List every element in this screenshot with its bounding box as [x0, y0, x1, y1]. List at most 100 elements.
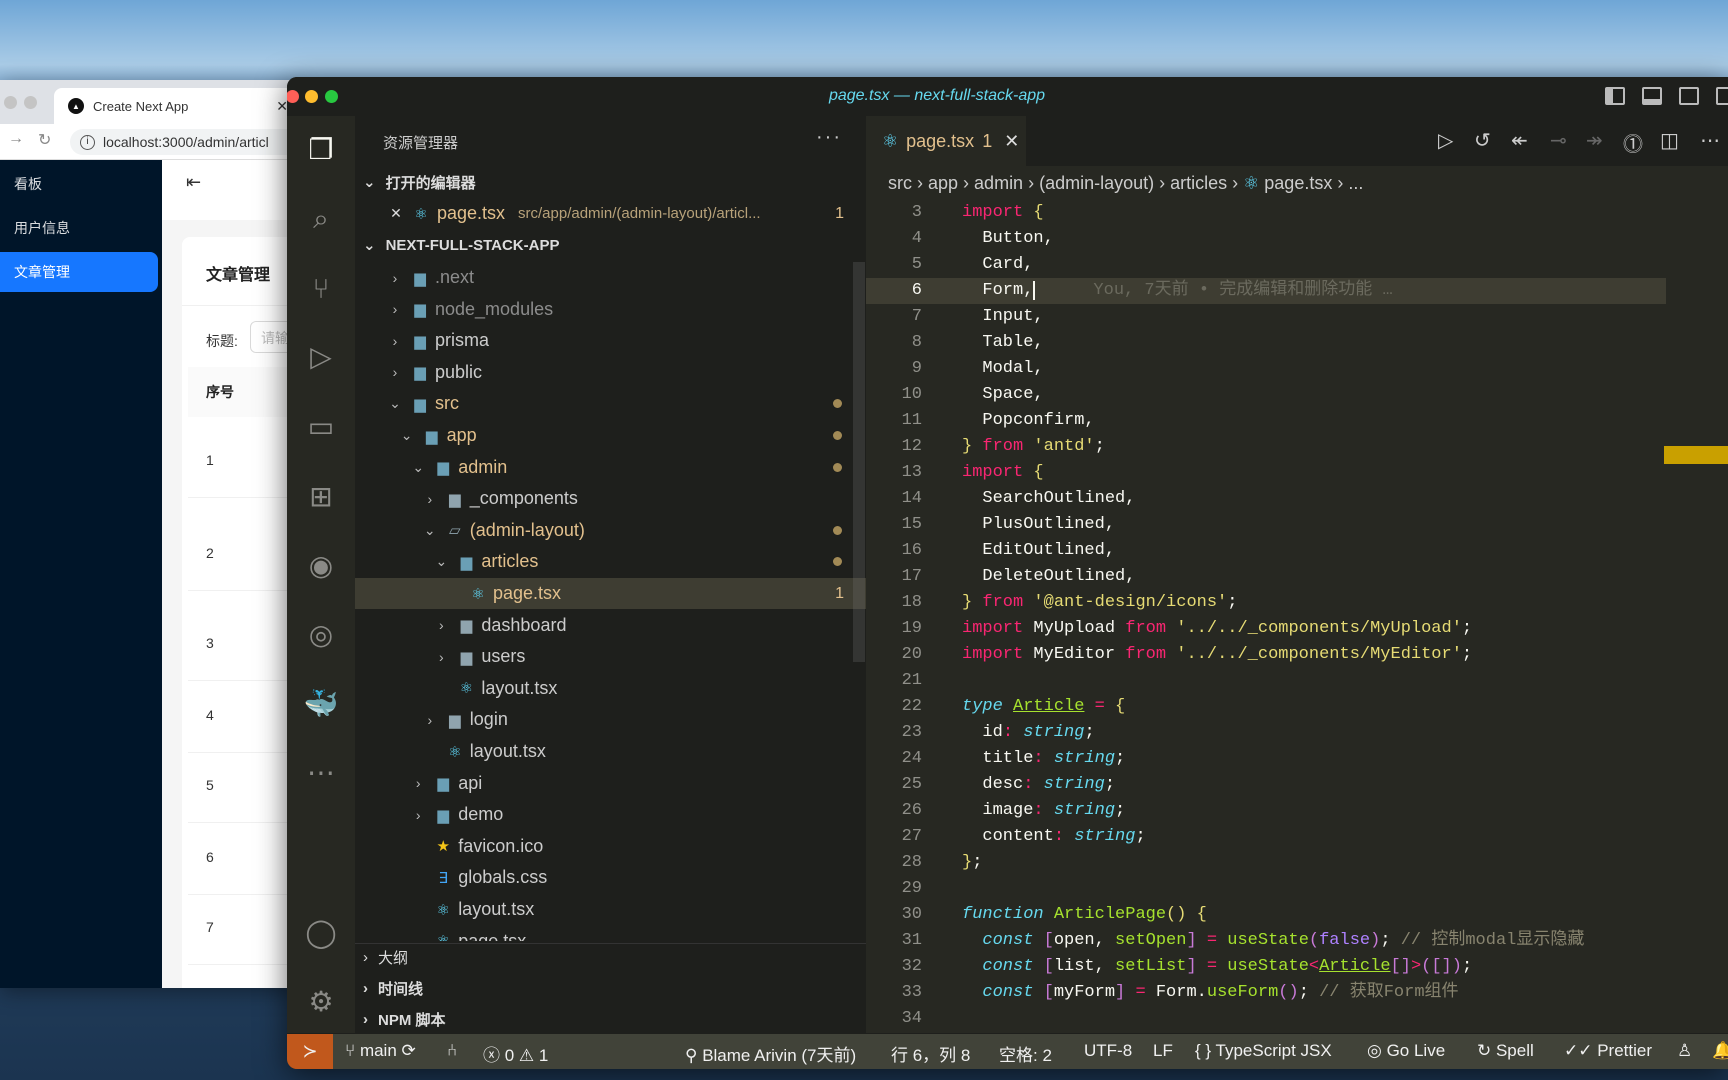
toggle-panel-icon[interactable] [1642, 87, 1662, 105]
customize-layout-icon[interactable] [1716, 87, 1728, 105]
code-line[interactable]: 5 Card, [866, 252, 1666, 278]
tree-item[interactable]: ⌄ ▆ articles [355, 546, 866, 577]
code-line[interactable]: 27 content: string; [866, 824, 1666, 850]
tree-item[interactable]: › ▆ api [355, 768, 866, 799]
code-line[interactable]: 9 Modal, [866, 356, 1666, 382]
spell-button[interactable]: ↻ Spell [1477, 1041, 1534, 1061]
git-graph-status-icon[interactable]: ⑃ [447, 1041, 457, 1061]
tree-item[interactable]: › ▆ node_modules [355, 294, 866, 325]
code-line[interactable]: 7 Input, [866, 304, 1666, 330]
npm-scripts-section[interactable]: › NPM 脚本 [355, 1005, 866, 1033]
git-graph-icon[interactable]: ◉ [301, 546, 341, 586]
code-line[interactable]: 25 desc: string; [866, 772, 1666, 798]
tree-item[interactable]: › ▆ prisma [355, 325, 866, 356]
breadcrumb-item[interactable]: ... [1348, 173, 1363, 193]
code-line[interactable]: 30 function ArticlePage() { [866, 902, 1666, 928]
gitlens-icon[interactable]: ◎ [301, 615, 341, 655]
code-line[interactable]: 14 SearchOutlined, [866, 486, 1666, 512]
chevron-right-icon[interactable]: › [411, 775, 425, 791]
code-line[interactable]: 28}; [866, 850, 1666, 876]
go-live-button[interactable]: ◎ Go Live [1367, 1041, 1445, 1061]
code-line[interactable]: 13 import { [866, 460, 1666, 486]
chevron-right-icon[interactable]: › [434, 617, 448, 633]
code-line[interactable]: 16 EditOutlined, [866, 538, 1666, 564]
source-control-icon[interactable]: ⑂ [301, 269, 341, 309]
run-debug-icon[interactable]: ▷ [301, 337, 341, 377]
chevron-right-icon[interactable]: › [434, 649, 448, 665]
url-input[interactable]: i localhost:3000/admin/articl [70, 129, 300, 155]
outline-section[interactable]: › 大纲 [355, 943, 866, 971]
blame-status[interactable]: ⚲ Blame Arivin (7天前) [685, 1041, 856, 1066]
code-line[interactable]: 3 import { [866, 200, 1666, 226]
breadcrumb-item[interactable]: src [888, 173, 912, 193]
site-info-icon[interactable]: i [80, 134, 95, 150]
prettier-button[interactable]: ✓✓ Prettier [1564, 1041, 1652, 1061]
chevron-right-icon[interactable]: › [423, 491, 437, 507]
tree-item[interactable]: › ▆ .next [355, 262, 866, 293]
problems-status[interactable]: ⓧ 0 ⚠ 1 [483, 1041, 548, 1066]
tree-item[interactable]: ⌄ ▱ (admin-layout) [355, 515, 866, 546]
chevron-right-icon[interactable]: › [423, 712, 437, 728]
chevron-down-icon[interactable]: ⌄ [388, 395, 402, 412]
breadcrumb-item[interactable]: page.tsx [1264, 173, 1332, 193]
code-line[interactable]: 23 id: string; [866, 720, 1666, 746]
tree-item[interactable]: › ▆ dashboard [355, 610, 866, 641]
code-line[interactable]: 22 type Article = { [866, 694, 1666, 720]
account-icon[interactable]: ◯ [301, 913, 341, 953]
code-line[interactable]: 33 const [myForm] = Form.useForm(); // 获… [866, 980, 1666, 1006]
docker-icon[interactable]: 🐳 [301, 684, 341, 724]
tree-item[interactable]: ⌄ ▆ admin [355, 452, 866, 483]
code-line[interactable]: 21 [866, 668, 1666, 694]
tree-item[interactable]: ⚛ page.tsx 1 [355, 578, 866, 609]
more-actions-icon[interactable]: ⋯ [1700, 128, 1720, 153]
encoding[interactable]: UTF-8 [1084, 1041, 1132, 1061]
forward-icon[interactable]: → [8, 130, 24, 148]
tree-item[interactable]: ★ favicon.ico [355, 831, 866, 862]
branch-status[interactable]: ⑂ main ⟳ [345, 1041, 416, 1061]
reload-icon[interactable]: ↻ [38, 130, 51, 150]
code-line[interactable]: 24 title: string; [866, 746, 1666, 772]
code-line[interactable]: 17 DeleteOutlined, [866, 564, 1666, 590]
tree-item[interactable]: › ▆ public [355, 357, 866, 388]
code-line[interactable]: 29 [866, 876, 1666, 902]
end-of-line[interactable]: LF [1153, 1041, 1173, 1061]
breadcrumb-item[interactable]: (admin-layout) [1039, 173, 1154, 193]
tree-item[interactable]: › ▆ demo [355, 799, 866, 830]
code-line[interactable]: 15 PlusOutlined, [866, 512, 1666, 538]
notifications-icon[interactable]: 🔔 [1712, 1041, 1728, 1061]
menu-item-dashboard[interactable]: 看板 [0, 164, 158, 204]
code-line[interactable]: 10 Space, [866, 382, 1666, 408]
browser-tab[interactable]: ▲ Create Next App ✕ [54, 88, 294, 124]
breadcrumb-item[interactable]: articles [1170, 173, 1227, 193]
remote-indicator-icon[interactable]: ≻ [287, 1034, 333, 1069]
accounts-status-icon[interactable]: ♙ [1677, 1041, 1692, 1061]
tree-item[interactable]: ⌄ ▆ app [355, 420, 866, 451]
tab-page-tsx[interactable]: ⚛ page.tsx 1 ✕ [866, 116, 1026, 166]
code-editor[interactable]: 3 import {4 Button, 5 Card, 6 Form, You, 7天前… [866, 200, 1666, 1033]
code-line[interactable]: 12} from 'antd'; [866, 434, 1666, 460]
timeline-section[interactable]: › 时间线 [355, 974, 866, 1002]
cursor-position[interactable]: 行 6，列 8 [891, 1041, 970, 1066]
code-line[interactable]: 8 Table, [866, 330, 1666, 356]
run-icon[interactable]: ▷ [1438, 128, 1453, 153]
menu-item-users[interactable]: 用户信息 [0, 208, 158, 248]
code-line[interactable]: 34 [866, 1006, 1666, 1032]
chevron-right-icon[interactable]: › [388, 333, 402, 349]
window-close-button[interactable] [4, 96, 17, 109]
chevron-right-icon[interactable]: › [388, 364, 402, 380]
tree-item[interactable]: ⚛ layout.tsx [355, 894, 866, 925]
code-line[interactable]: 20 import MyEditor from '../../_component… [866, 642, 1666, 668]
code-line[interactable]: 26 image: string; [866, 798, 1666, 824]
extensions-icon[interactable]: ⊞ [301, 477, 341, 517]
code-line[interactable]: 19 import MyUpload from '../../_component… [866, 616, 1666, 642]
indentation[interactable]: 空格: 2 [999, 1041, 1052, 1066]
chevron-down-icon[interactable]: ⌄ [423, 522, 437, 539]
chevron-down-icon[interactable]: ⌄ [411, 459, 425, 476]
git-compare-icon[interactable]: ⓵ [1623, 128, 1643, 157]
tab-close-icon[interactable]: ✕ [1004, 131, 1019, 152]
tree-item[interactable]: ⚛ layout.tsx [355, 673, 866, 704]
tree-item[interactable]: ∃ globals.css [355, 862, 866, 893]
code-line[interactable]: 6 Form, You, 7天前 • 完成编辑和删除功能 … [866, 278, 1666, 304]
chevron-right-icon[interactable]: › [388, 270, 402, 286]
previous-change-icon[interactable]: ↞ [1511, 128, 1528, 153]
